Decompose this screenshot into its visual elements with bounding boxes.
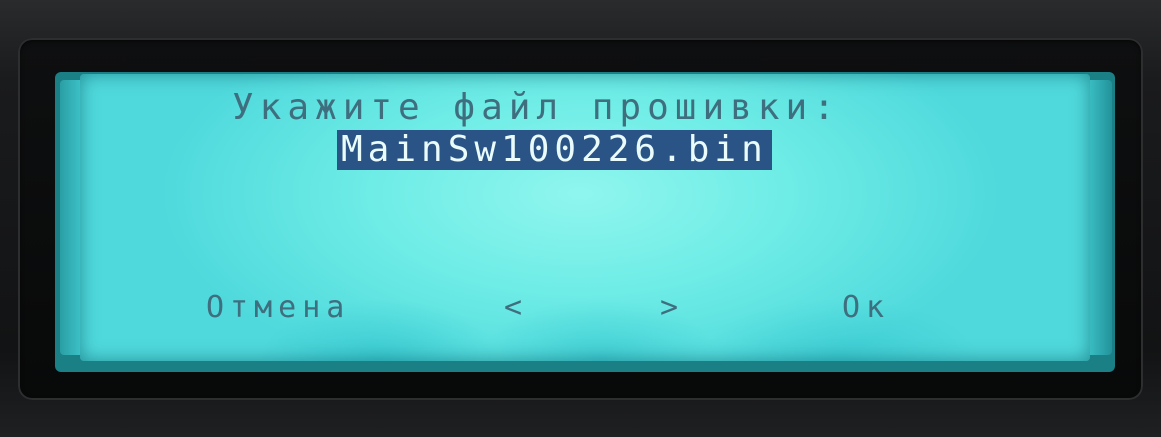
next-softkey[interactable]: > [660, 291, 684, 325]
previous-softkey[interactable]: < [504, 291, 528, 325]
ok-softkey[interactable]: Ок [842, 291, 890, 325]
lcd-backlight-edge-left [60, 80, 82, 355]
firmware-prompt: Укажите файл прошивки: [232, 87, 841, 128]
cancel-softkey[interactable]: Отмена [206, 291, 350, 325]
device-housing: Укажите файл прошивки: MainSw100226.bin … [0, 0, 1161, 437]
selected-firmware-file[interactable]: MainSw100226.bin [337, 130, 772, 170]
